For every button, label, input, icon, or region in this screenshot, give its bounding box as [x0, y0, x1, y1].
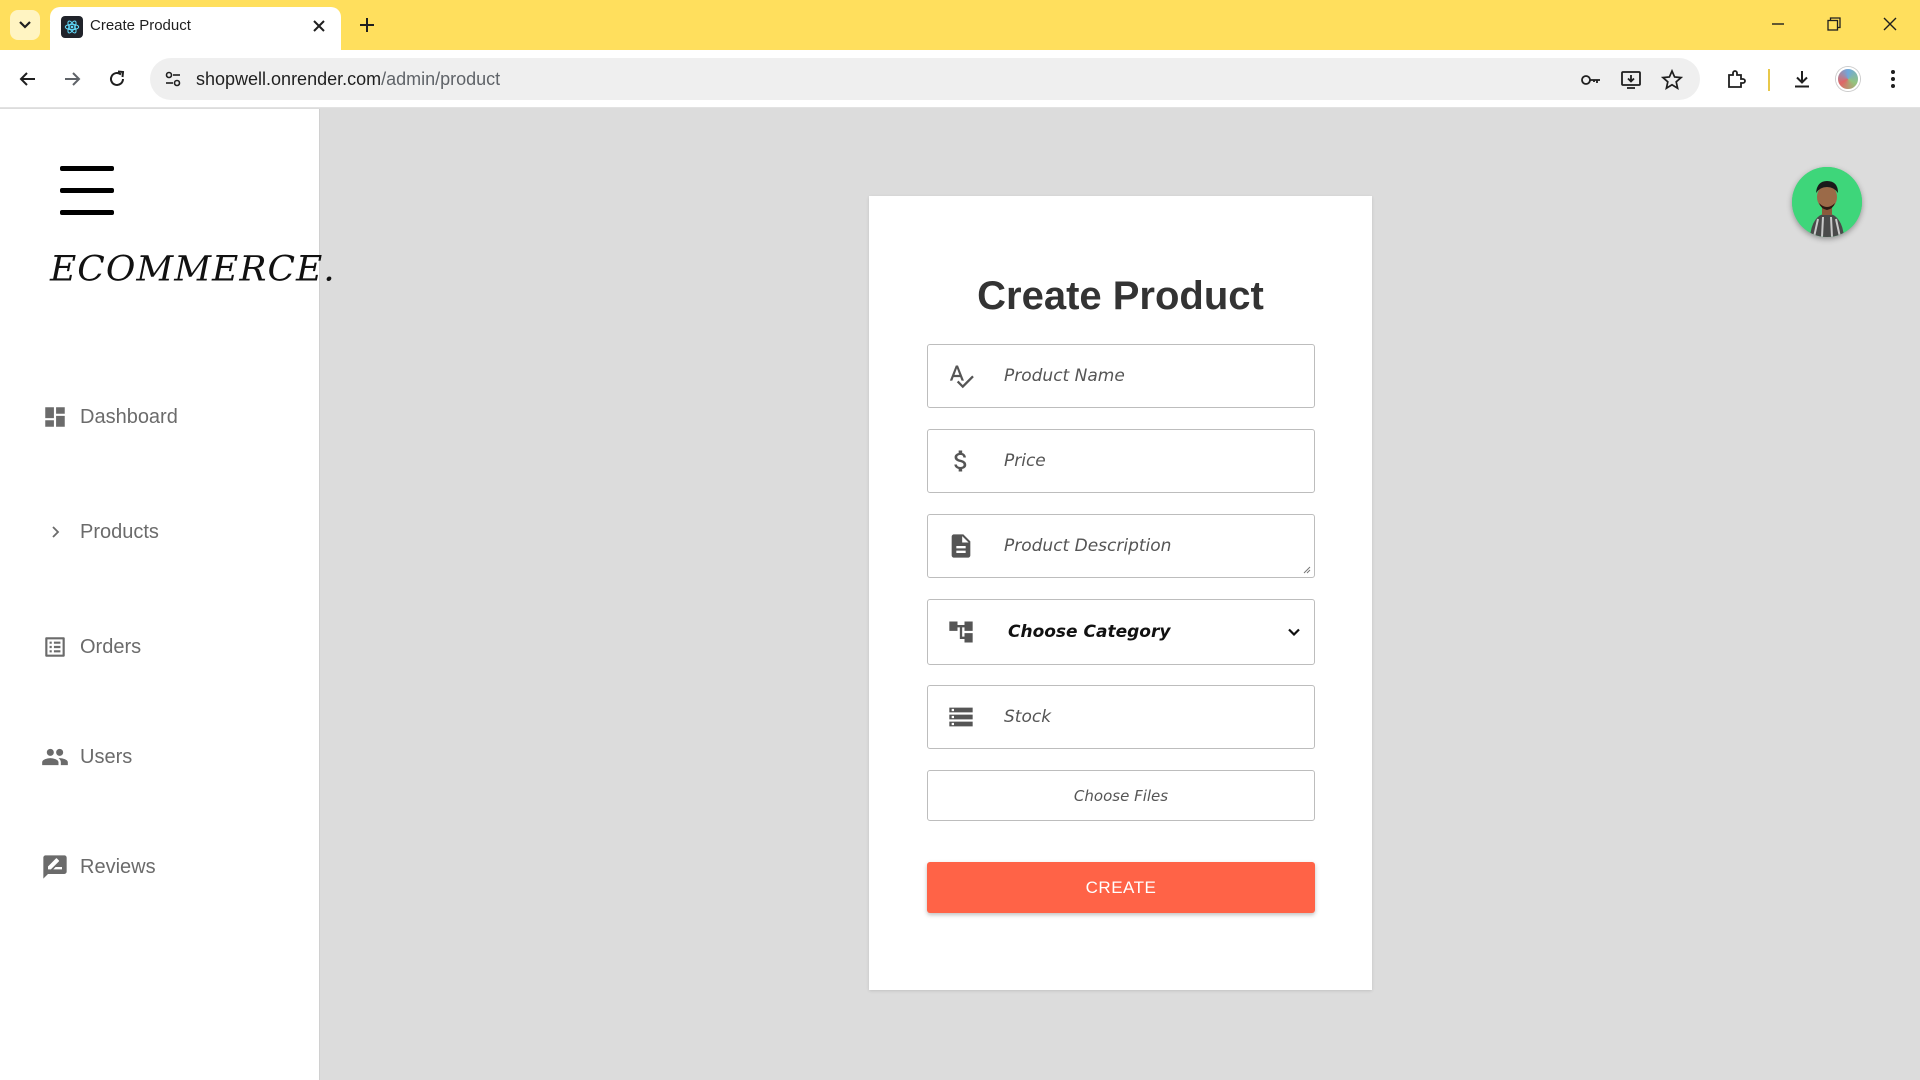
sidebar-item-reviews[interactable]: Reviews	[40, 847, 156, 887]
product-name-field[interactable]: Product Name	[927, 344, 1315, 408]
restore-button[interactable]	[1806, 0, 1862, 48]
reload-icon	[110, 70, 125, 86]
sidebar-item-label: Dashboard	[80, 405, 178, 428]
bookmark-star-icon[interactable]	[1659, 67, 1685, 93]
restore-icon	[1827, 17, 1841, 31]
description-placeholder: Product Description	[1004, 536, 1172, 556]
choose-files-button[interactable]: Choose Files	[927, 770, 1315, 821]
url-text: shopwell.onrender.com/admin/product	[196, 69, 500, 90]
create-button[interactable]: CREATE	[927, 862, 1315, 913]
category-select[interactable]: Choose Category	[927, 599, 1315, 665]
minimize-icon	[1772, 23, 1784, 25]
chevron-down-icon	[1288, 628, 1300, 637]
browser-tab-active[interactable]: Create Product	[50, 7, 341, 50]
close-icon	[313, 20, 325, 32]
tab-search-button[interactable]	[10, 10, 40, 40]
dollar-icon	[946, 446, 976, 476]
stock-placeholder: Stock	[1004, 707, 1052, 727]
sidebar-item-label: Products	[80, 520, 159, 543]
storage-icon	[946, 702, 976, 732]
account-tree-icon	[946, 617, 976, 647]
brand-logo[interactable]: ECOMMERCE.	[50, 250, 336, 289]
address-bar[interactable]: shopwell.onrender.com/admin/product	[150, 58, 1700, 100]
back-button[interactable]	[12, 63, 44, 95]
url-path: /admin/product	[381, 69, 501, 89]
close-window-button[interactable]	[1862, 0, 1918, 48]
sidebar-item-label: Orders	[80, 635, 142, 658]
rate-review-icon	[40, 852, 70, 882]
password-key-icon[interactable]	[1578, 67, 1604, 93]
price-field[interactable]: Price	[927, 429, 1315, 493]
admin-sidebar: ECOMMERCE. Dashboard Products Orders Use…	[0, 109, 335, 1080]
product-name-placeholder: Product Name	[1004, 366, 1125, 386]
react-favicon-icon	[61, 16, 83, 38]
list-alt-icon	[40, 632, 70, 662]
tab-close-button[interactable]	[307, 14, 331, 38]
dashboard-icon	[40, 402, 70, 432]
sidebar-item-label: Users	[80, 745, 133, 768]
arrow-right-icon	[65, 72, 81, 86]
plus-icon	[360, 18, 374, 32]
category-selected-value: Choose Category	[1008, 622, 1171, 642]
reload-button[interactable]	[101, 63, 133, 95]
minimize-button[interactable]	[1750, 0, 1806, 48]
stock-field[interactable]: Stock	[927, 685, 1315, 749]
arrow-left-icon	[19, 72, 35, 86]
url-host: shopwell.onrender.com	[196, 69, 382, 89]
profile-picture	[1836, 67, 1860, 91]
more-menu-icon[interactable]	[1877, 63, 1909, 95]
profile-avatar-icon[interactable]	[1832, 63, 1864, 95]
resize-handle-icon[interactable]	[1301, 564, 1311, 574]
price-placeholder: Price	[1004, 451, 1046, 471]
sidebar-item-orders[interactable]: Orders	[40, 627, 141, 667]
install-app-icon[interactable]	[1618, 67, 1644, 93]
create-product-form: Create Product Product Name Price Produc…	[869, 196, 1372, 990]
sidebar-item-users[interactable]: Users	[40, 737, 132, 777]
sidebar-item-dashboard[interactable]: Dashboard	[40, 397, 178, 437]
people-icon	[40, 742, 70, 772]
close-icon	[1883, 17, 1897, 31]
forward-button[interactable]	[56, 63, 88, 95]
tab-title: Create Product	[90, 17, 191, 34]
extensions-icon[interactable]	[1720, 63, 1752, 95]
download-icon[interactable]	[1786, 63, 1818, 95]
description-textarea[interactable]: Product Description	[927, 514, 1315, 578]
avatar-photo	[1792, 167, 1862, 237]
description-icon	[946, 531, 976, 561]
site-info-icon[interactable]	[160, 66, 186, 92]
spellcheck-icon	[946, 361, 976, 391]
sidebar-item-products[interactable]: Products	[40, 512, 159, 552]
chevron-right-icon	[40, 517, 70, 547]
hamburger-menu-icon[interactable]	[60, 166, 114, 216]
browser-tab-bar: Create Product	[0, 0, 1920, 50]
page-title: Create Product	[977, 274, 1264, 318]
chevron-down-icon	[19, 21, 31, 29]
new-tab-button[interactable]	[352, 10, 382, 40]
sidebar-item-label: Reviews	[80, 855, 156, 878]
user-avatar-button[interactable]	[1792, 167, 1862, 237]
toolbar-separator	[1768, 69, 1770, 91]
browser-toolbar: shopwell.onrender.com/admin/product	[0, 50, 1920, 108]
